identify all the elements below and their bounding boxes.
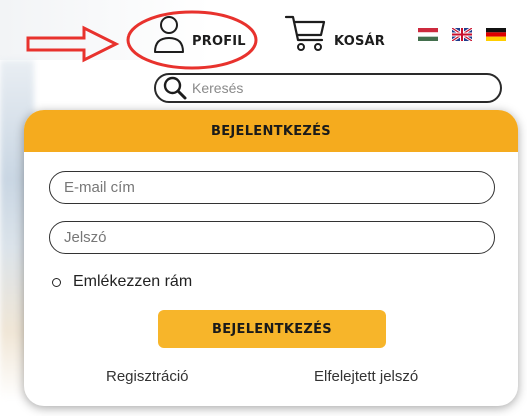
remember-me-label: Emlékezzen rám [73, 273, 193, 290]
site-header: PROFIL KOSÁR [0, 0, 527, 103]
cart-link[interactable]: KOSÁR [284, 14, 385, 54]
login-button[interactable]: BEJELENTKEZÉS [158, 310, 386, 348]
login-header: BEJELENTKEZÉS [24, 110, 518, 152]
forgot-password-link[interactable]: Elfelejtett jelszó [314, 368, 418, 385]
email-field[interactable] [49, 171, 495, 204]
remember-me-radio[interactable] [52, 277, 61, 287]
germany-flag-icon[interactable] [486, 28, 506, 41]
remember-me-option[interactable]: Emlékezzen rám [52, 273, 192, 291]
search-input[interactable] [192, 80, 472, 96]
login-title: BEJELENTKEZÉS [211, 123, 331, 139]
password-field[interactable] [49, 221, 495, 254]
search-bar [154, 73, 502, 103]
search-icon[interactable] [162, 75, 188, 101]
profile-label: PROFIL [192, 33, 246, 49]
hungary-flag-icon[interactable] [418, 28, 438, 41]
uk-flag-icon[interactable] [452, 28, 472, 41]
cart-label: KOSÁR [334, 33, 385, 49]
register-link[interactable]: Regisztráció [106, 368, 189, 385]
language-selector [418, 28, 506, 41]
profile-link[interactable]: PROFIL [152, 14, 246, 54]
user-icon [154, 16, 184, 53]
cart-icon [284, 15, 326, 51]
annotation-arrow-icon [26, 25, 120, 63]
login-panel: BEJELENTKEZÉS Emlékezzen rám BEJELENTKEZ… [24, 110, 518, 406]
